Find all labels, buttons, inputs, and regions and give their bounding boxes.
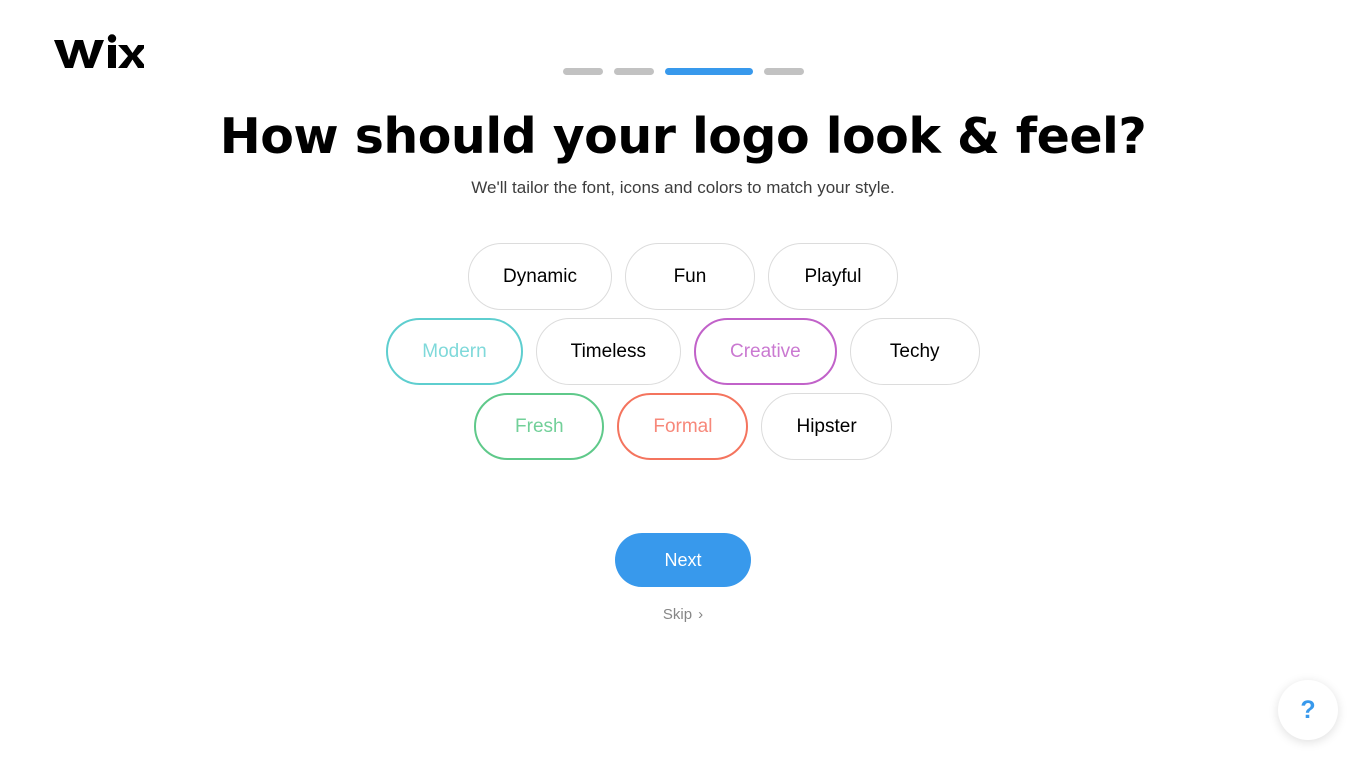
help-button[interactable]: ? [1278,680,1338,740]
chip-hipster[interactable]: Hipster [761,393,892,460]
chevron-right-icon: › [698,606,704,623]
skip-label: Skip [662,606,693,623]
chip-row-3: Fresh Formal Hipster [474,393,892,460]
chip-fresh[interactable]: Fresh [474,393,605,460]
next-button[interactable]: Next [615,533,751,587]
chip-modern[interactable]: Modern [386,318,523,385]
chip-techy[interactable]: Techy [849,318,980,385]
chip-creative[interactable]: Creative [693,318,837,385]
progress-step-2 [613,68,654,75]
question-mark-icon: ? [1300,695,1316,724]
progress-step-3-active [664,68,753,75]
chip-row-1: Dynamic Fun Playful [468,243,898,310]
chip-playful[interactable]: Playful [767,243,898,310]
page-title: How should your logo look & feel? [219,108,1147,165]
chip-timeless[interactable]: Timeless [535,318,681,385]
progress-step-4 [763,68,804,75]
chip-fun[interactable]: Fun [624,243,755,310]
chip-formal[interactable]: Formal [617,393,749,460]
progress-indicator [0,68,1366,75]
skip-link[interactable]: Skip › [0,606,1366,623]
chip-dynamic[interactable]: Dynamic [468,243,612,310]
page-subtitle: We'll tailor the font, icons and colors … [471,178,895,197]
progress-step-1 [562,68,603,75]
style-chip-group: Dynamic Fun Playful Modern Timeless Crea… [0,243,1366,460]
chip-row-2: Modern Timeless Creative Techy [386,318,980,385]
